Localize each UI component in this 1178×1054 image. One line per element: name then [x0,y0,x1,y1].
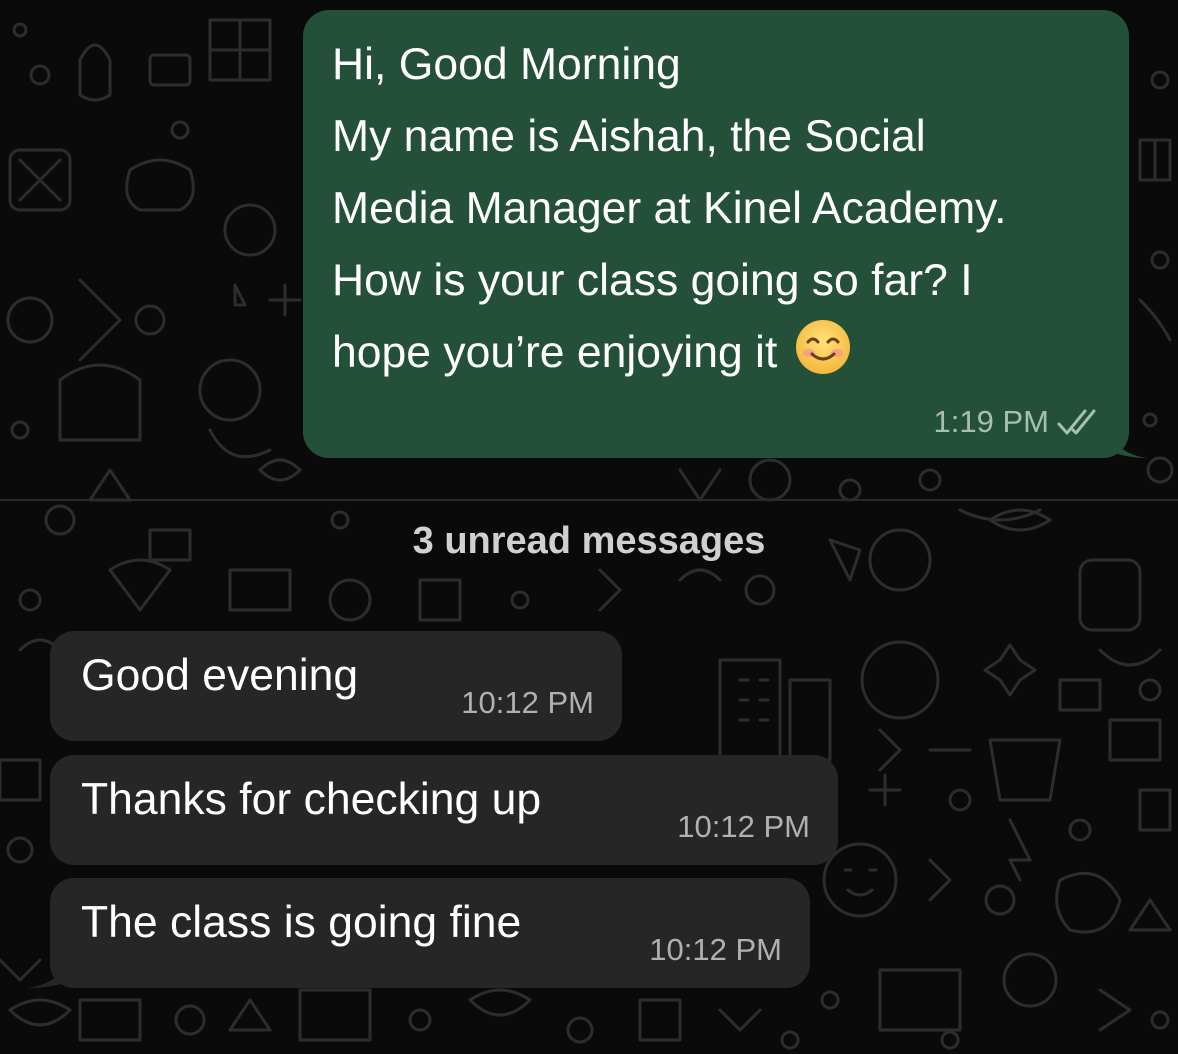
message-time: 10:12 PM [677,809,810,844]
message-line: hope you’re enjoying it [332,328,778,377]
message-line: Hi, Good Morning [332,40,681,89]
message-time: 1:19 PM [933,404,1049,439]
incoming-message-text: The class is going fine [81,898,522,947]
outgoing-message-text: Hi, Good Morning My name is Aishah, the … [332,29,1101,389]
outgoing-message-bubble[interactable]: Hi, Good Morning My name is Aishah, the … [303,10,1129,458]
incoming-message-text: Good evening [81,651,359,700]
incoming-message-bubble[interactable]: Good evening 10:12 PM [50,631,622,741]
incoming-message-text: Thanks for checking up [81,775,542,824]
chat-window[interactable]: Hi, Good Morning My name is Aishah, the … [0,0,1178,1054]
message-line: My name is Aishah, the Social [332,112,926,161]
message-time: 10:12 PM [649,932,782,967]
incoming-message-bubble[interactable]: Thanks for checking up 10:12 PM [50,755,838,865]
unread-messages-label: 3 unread messages [412,520,766,562]
incoming-message-bubble[interactable]: The class is going fine 10:12 PM [50,878,810,988]
message-line: Media Manager at Kinel Academy. [332,184,1007,233]
unread-divider [0,499,1178,501]
double-check-icon [1057,409,1096,435]
message-meta: 1:19 PM [934,404,1101,440]
smiling-face-emoji-icon [795,320,850,374]
message-time: 10:12 PM [461,685,594,720]
message-line-last: hope you’re enjoying it [332,317,1101,389]
message-line: How is your class going so far? I [332,256,973,305]
